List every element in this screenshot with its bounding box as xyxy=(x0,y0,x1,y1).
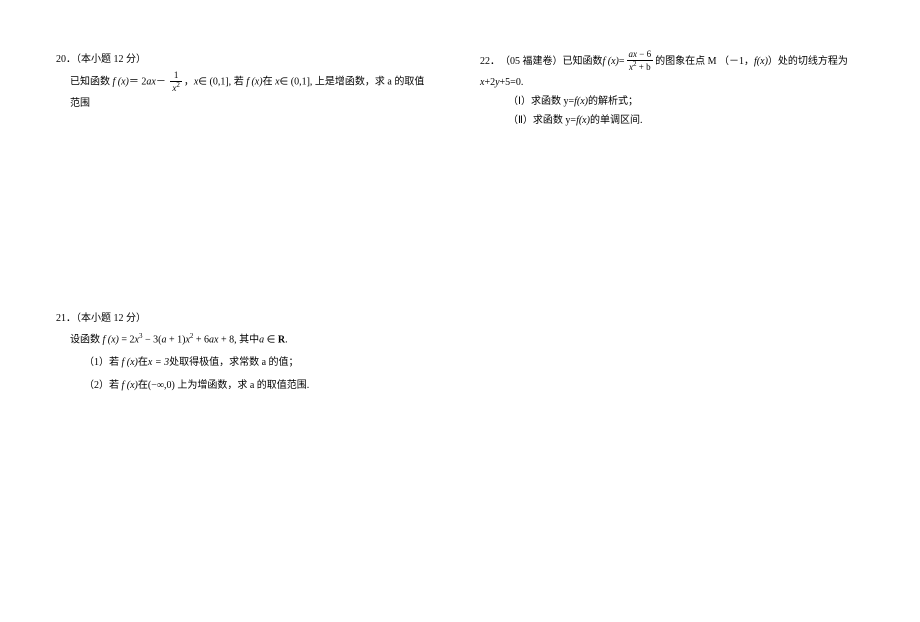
s2fx: f (x) xyxy=(122,380,138,391)
fx: f (x) xyxy=(103,334,122,345)
problem-22-sub1: （Ⅰ）求函数 y=f(x)的解析式； xyxy=(480,92,880,111)
numerator: ax − 6 xyxy=(627,50,654,61)
s1fx: f(x) xyxy=(574,96,588,107)
p2: + 6 xyxy=(193,334,209,345)
interval2: (0,1], xyxy=(288,77,315,88)
m1: − 3( xyxy=(142,334,161,345)
problem-22-sub2: （Ⅱ）求函数 y=f(x)的单调区间. xyxy=(480,111,880,130)
num-6: − 6 xyxy=(639,49,651,59)
problem-21-sub1: （1）若 f (x)在x = 3处取得极值，求常数 a 的值； xyxy=(56,353,430,372)
fx2: f (x) xyxy=(246,77,262,88)
problem-21-body: 设函数 f (x) = 2x3 − 3(a + 1)x2 + 6ax + 8, … xyxy=(56,330,430,349)
text: 已知函数 xyxy=(70,77,113,88)
den-exp: 2 xyxy=(176,81,180,89)
s2fx: f(x) xyxy=(576,115,590,126)
end1: ）处的切线方程为 xyxy=(768,52,848,71)
fx: f (x) xyxy=(603,52,619,71)
s2zai: 在 xyxy=(138,380,148,391)
s1e: 的解析式； xyxy=(588,96,638,107)
ruo: 若 xyxy=(234,77,247,88)
s1a: （1）若 xyxy=(84,357,122,368)
s1fx: f (x) xyxy=(122,357,138,368)
comma: ， xyxy=(184,77,194,88)
rest1: 的图象在点 M （－1， xyxy=(655,52,754,71)
p1: + 1) xyxy=(166,334,185,345)
zai: 在 xyxy=(263,77,276,88)
document-page: 20．（本小题 12 分） 已知函数 f (x)＝ 2ax－ 1 x2 ，x∈ … xyxy=(0,0,920,622)
s1: （Ⅰ）求函数 y= xyxy=(508,96,574,107)
problem-number: 20． xyxy=(56,54,76,65)
ain: a xyxy=(259,334,267,345)
s2rest: 上为增函数，求 a 的取值范围. xyxy=(175,380,309,391)
s1zai: 在 xyxy=(138,357,148,368)
problem-21: 21．（本小题 12 分） 设函数 f (x) = 2x3 − 3(a + 1)… xyxy=(56,309,430,395)
text: 设函数 xyxy=(70,334,103,345)
fraction-icon: ax − 6 x2 + b xyxy=(627,50,654,73)
problem-22-line2: x+2y+5=0. xyxy=(480,73,880,92)
R: R xyxy=(275,334,285,345)
s2int: (−∞,0) xyxy=(148,380,175,391)
eq: = xyxy=(619,52,625,71)
in: ∈ xyxy=(198,77,207,88)
problem-20-body: 已知函数 f (x)＝ 2ax－ 1 x2 ，x∈ (0,1], 若 f (x)… xyxy=(56,71,430,113)
fx: f (x) xyxy=(113,77,129,88)
interval: (0,1], xyxy=(207,77,234,88)
ax: ax xyxy=(146,77,155,88)
problem-21-header: 21．（本小题 12 分） xyxy=(56,309,430,328)
eq: = 2 xyxy=(121,334,134,345)
problem-21-sub2: （2）若 f (x)在(−∞,0) 上为增函数，求 a 的取值范围. xyxy=(56,376,430,395)
ax: ax xyxy=(209,334,218,345)
denominator: x2 + b xyxy=(627,61,654,73)
problem-22: 22．（05 福建卷）已知函数 f (x) = ax − 6 x2 + b 的图… xyxy=(480,50,880,130)
s1rest: 处取得极值，求常数 a 的值； xyxy=(169,357,298,368)
den-b: + b xyxy=(637,62,651,72)
l2b: +2 xyxy=(484,77,495,88)
denominator: x2 xyxy=(170,82,182,94)
fx2p: f(x) xyxy=(754,52,768,71)
problem-20-header: 20．（本小题 12 分） xyxy=(56,50,430,69)
s1x3: x = 3 xyxy=(148,357,169,368)
problem-number: 21． xyxy=(56,313,76,324)
problem-number: 22． xyxy=(480,52,500,71)
num-ax: ax xyxy=(629,49,640,59)
s2: （Ⅱ）求函数 y= xyxy=(508,115,576,126)
l2d: +5=0. xyxy=(500,77,524,88)
source: （05 福建卷）已知函数 xyxy=(500,52,603,71)
p8: + 8, xyxy=(219,334,240,345)
s2e: 的单调区间. xyxy=(590,115,643,126)
s2a: （2）若 xyxy=(84,380,122,391)
minus: － xyxy=(156,77,166,88)
qizhong: 其中 xyxy=(239,334,259,345)
problem-points: （本小题 12 分） xyxy=(76,54,146,65)
problem-20: 20．（本小题 12 分） 已知函数 f (x)＝ 2ax－ 1 x2 ，x∈ … xyxy=(56,50,430,113)
period: . xyxy=(285,334,288,345)
eq: ＝ xyxy=(129,77,139,88)
right-column: 22．（05 福建卷）已知函数 f (x) = ax − 6 x2 + b 的图… xyxy=(460,0,920,622)
left-column: 20．（本小题 12 分） 已知函数 f (x)＝ 2ax－ 1 x2 ，x∈ … xyxy=(0,0,460,622)
problem-points: （本小题 12 分） xyxy=(76,313,146,324)
problem-22-line1: 22．（05 福建卷）已知函数 f (x) = ax − 6 x2 + b 的图… xyxy=(480,50,880,73)
in2: ∈ xyxy=(280,77,289,88)
fraction-icon: 1 x2 xyxy=(170,71,182,94)
